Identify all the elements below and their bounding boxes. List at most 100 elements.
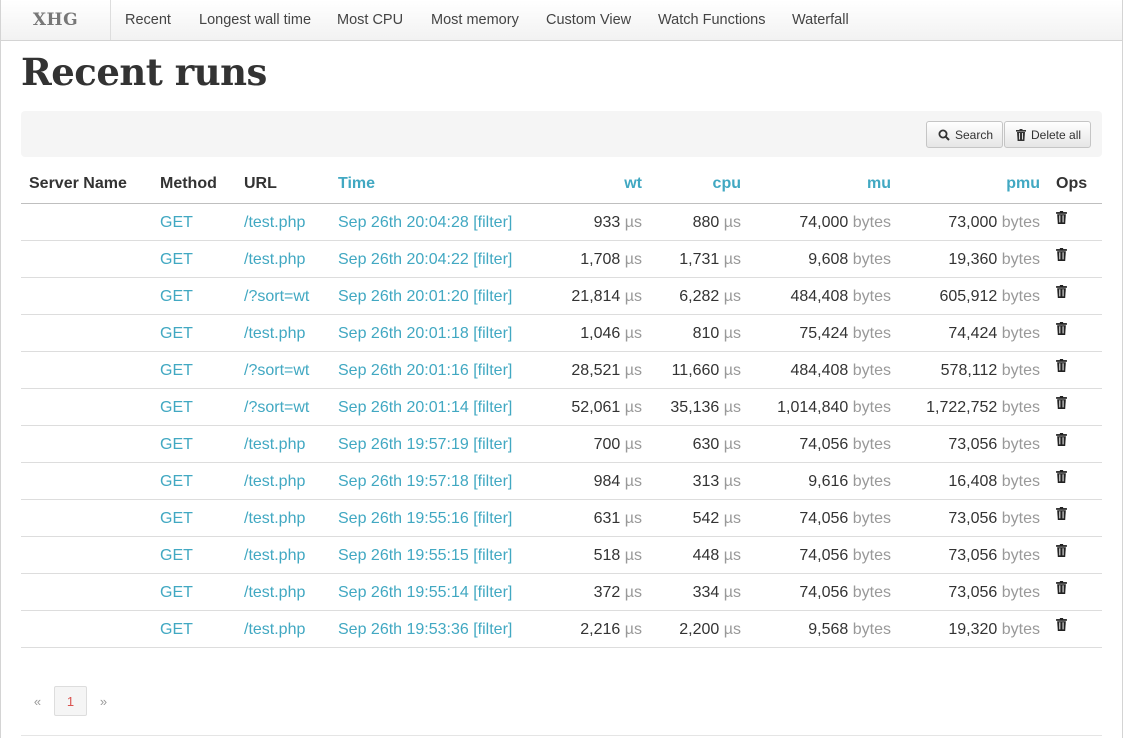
- url-link[interactable]: /test.php: [244, 463, 305, 500]
- mu-unit: bytes: [852, 621, 891, 638]
- mu-value: 74,056: [799, 510, 849, 527]
- filter-link[interactable]: [filter]: [473, 288, 512, 305]
- header-mu-sort[interactable]: mu: [867, 166, 891, 202]
- filter-link[interactable]: [filter]: [473, 584, 512, 601]
- time-link[interactable]: Sep 26th 20:04:22: [338, 251, 469, 268]
- cpu-unit: µs: [723, 325, 741, 342]
- cpu-value: 880: [692, 214, 720, 231]
- method-link[interactable]: GET: [160, 204, 193, 241]
- header-time-sort[interactable]: Time: [338, 166, 375, 202]
- url-link[interactable]: /test.php: [244, 315, 305, 352]
- url-link[interactable]: /test.php: [244, 241, 305, 278]
- url-link[interactable]: /test.php: [244, 426, 305, 463]
- header-pmu-sort[interactable]: pmu: [1006, 166, 1040, 202]
- filter-link[interactable]: [filter]: [473, 251, 512, 268]
- time-link[interactable]: Sep 26th 19:57:18: [338, 473, 469, 490]
- filter-link[interactable]: [filter]: [473, 547, 512, 564]
- wt-unit: µs: [624, 547, 642, 564]
- method-link[interactable]: GET: [160, 463, 193, 500]
- wt-unit: µs: [624, 399, 642, 416]
- time-link[interactable]: Sep 26th 19:55:14: [338, 584, 469, 601]
- search-button[interactable]: Search: [926, 121, 1004, 148]
- time-link[interactable]: Sep 26th 20:01:16: [338, 362, 469, 379]
- nav-most-cpu[interactable]: Most CPU: [337, 0, 403, 40]
- delete-run-button[interactable]: [1056, 238, 1067, 275]
- cpu-value: 1,731: [679, 251, 720, 268]
- time-link[interactable]: Sep 26th 19:57:19: [338, 436, 469, 453]
- cpu-value: 448: [692, 547, 720, 564]
- filter-link[interactable]: [filter]: [473, 399, 512, 416]
- filter-link[interactable]: [filter]: [473, 473, 512, 490]
- method-link[interactable]: GET: [160, 537, 193, 574]
- filter-link[interactable]: [filter]: [473, 621, 512, 638]
- delete-run-button[interactable]: [1056, 534, 1067, 571]
- url-link[interactable]: /test.php: [244, 537, 305, 574]
- method-link[interactable]: GET: [160, 241, 193, 278]
- delete-run-button[interactable]: [1056, 460, 1067, 497]
- time-link[interactable]: Sep 26th 20:04:28: [338, 214, 469, 231]
- filter-link[interactable]: [filter]: [473, 510, 512, 527]
- filter-link[interactable]: [filter]: [473, 362, 512, 379]
- table-row: GET/test.php Sep 26th 19:57:18 [filter] 98…: [21, 463, 1102, 500]
- cpu-cell: 2,200 µs: [679, 611, 741, 648]
- nav-watch-functions[interactable]: Watch Functions: [658, 0, 765, 40]
- nav-waterfall[interactable]: Waterfall: [792, 0, 849, 40]
- header-wt-sort[interactable]: wt: [624, 166, 642, 202]
- delete-run-button[interactable]: [1056, 497, 1067, 534]
- time-link[interactable]: Sep 26th 19:55:16: [338, 510, 469, 527]
- method-link[interactable]: GET: [160, 352, 193, 389]
- cpu-cell: 334 µs: [693, 574, 741, 611]
- nav-custom-view[interactable]: Custom View: [546, 0, 631, 40]
- time-cell: Sep 26th 19:53:36 [filter]: [338, 611, 512, 648]
- time-link[interactable]: Sep 26th 19:53:36: [338, 621, 469, 638]
- delete-all-button[interactable]: Delete all: [1004, 121, 1092, 148]
- delete-run-button[interactable]: [1056, 386, 1067, 423]
- mu-unit: bytes: [852, 288, 891, 305]
- filter-link[interactable]: [filter]: [473, 436, 512, 453]
- nav-recent[interactable]: Recent: [125, 0, 171, 40]
- delete-run-button[interactable]: [1056, 608, 1067, 645]
- wt-unit: µs: [624, 362, 642, 379]
- url-link[interactable]: /?sort=wt: [244, 278, 309, 315]
- page-current-link[interactable]: 1: [54, 686, 87, 716]
- mu-cell: 9,616 bytes: [808, 463, 891, 500]
- delete-run-button[interactable]: [1056, 349, 1067, 386]
- method-link[interactable]: GET: [160, 426, 193, 463]
- url-link[interactable]: /test.php: [244, 611, 305, 648]
- method-link[interactable]: GET: [160, 500, 193, 537]
- page-next-link[interactable]: »: [87, 686, 120, 716]
- url-link[interactable]: /?sort=wt: [244, 389, 309, 426]
- delete-run-button[interactable]: [1056, 312, 1067, 349]
- filter-link[interactable]: [filter]: [473, 214, 512, 231]
- pmu-cell: 1,722,752 bytes: [926, 389, 1040, 426]
- url-link[interactable]: /test.php: [244, 204, 305, 241]
- method-link[interactable]: GET: [160, 389, 193, 426]
- time-link[interactable]: Sep 26th 19:55:15: [338, 547, 469, 564]
- url-link[interactable]: /test.php: [244, 500, 305, 537]
- nav-most-memory[interactable]: Most memory: [431, 0, 519, 40]
- table-row: GET /?sort=wt Sep 26th 20:01:14 [filter] 52…: [21, 389, 1102, 426]
- filter-link[interactable]: [filter]: [473, 325, 512, 342]
- delete-run-button[interactable]: [1056, 275, 1067, 312]
- delete-run-button[interactable]: [1056, 423, 1067, 460]
- method-link[interactable]: GET: [160, 574, 193, 611]
- wt-unit: µs: [624, 510, 642, 527]
- time-link[interactable]: Sep 26th 20:01:14: [338, 399, 469, 416]
- delete-run-button[interactable]: [1056, 201, 1067, 238]
- delete-run-button[interactable]: [1056, 571, 1067, 608]
- wt-cell: 52,061 µs: [571, 389, 642, 426]
- time-link[interactable]: Sep 26th 20:01:18: [338, 325, 469, 342]
- method-link[interactable]: GET: [160, 315, 193, 352]
- header-method: Method: [160, 175, 217, 192]
- nav-longest-wall-time[interactable]: Longest wall time: [199, 0, 311, 40]
- pmu-unit: bytes: [1001, 547, 1040, 564]
- page-prev-link[interactable]: «: [21, 686, 54, 716]
- url-link[interactable]: /?sort=wt: [244, 352, 309, 389]
- brand-logo[interactable]: XHG: [1, 0, 111, 40]
- wt-cell: 28,521 µs: [571, 352, 642, 389]
- time-link[interactable]: Sep 26th 20:01:20: [338, 288, 469, 305]
- method-link[interactable]: GET: [160, 611, 193, 648]
- url-link[interactable]: /test.php: [244, 574, 305, 611]
- header-cpu-sort[interactable]: cpu: [713, 166, 741, 202]
- method-link[interactable]: GET: [160, 278, 193, 315]
